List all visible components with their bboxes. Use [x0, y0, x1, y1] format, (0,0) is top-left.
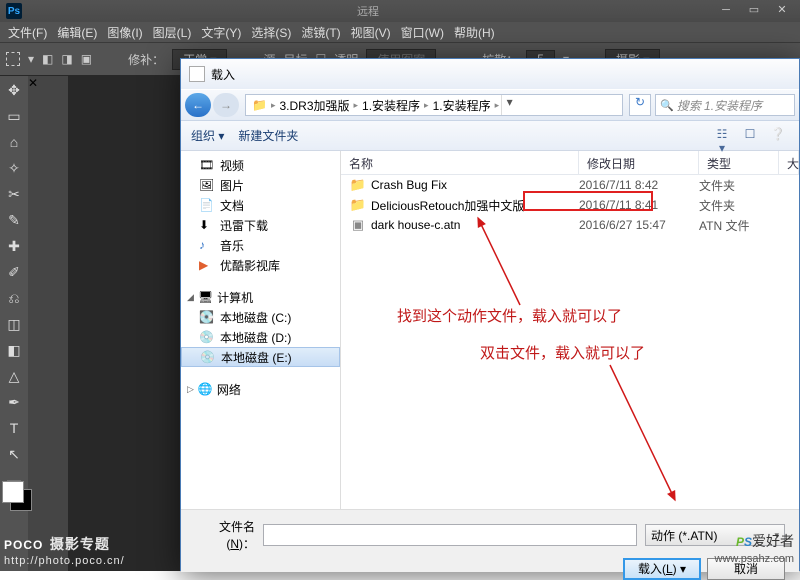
annotation-highlight — [523, 191, 653, 211]
move-tool[interactable]: ✥ — [4, 80, 24, 100]
close-button[interactable]: ✕ — [770, 4, 794, 18]
nav-forward-button[interactable]: → — [213, 93, 239, 117]
menu-help[interactable]: 帮助(H) — [454, 24, 495, 41]
dialog-titlebar[interactable]: 载入 — [181, 59, 799, 89]
eyedropper-tool[interactable]: ✎ — [4, 210, 24, 230]
watermark-psahz: PS爱好者 www.psahz.com — [715, 525, 794, 565]
search-input[interactable]: 🔍搜索 1.安装程序 — [655, 94, 795, 116]
patch-selection-sub-icon[interactable]: ◨ — [61, 52, 72, 66]
sidebar-item-pictures[interactable]: 🖼图片 — [181, 175, 340, 195]
folder-icon: 📁 — [349, 177, 367, 193]
filename-label: 文件名(N)： — [195, 518, 255, 552]
preview-icon[interactable]: ☐ — [739, 126, 761, 146]
patch-selection-int-icon[interactable]: ▣ — [81, 52, 92, 66]
menu-image[interactable]: 图像(I) — [107, 24, 142, 41]
nav-back-button[interactable]: ← — [185, 93, 211, 117]
toolbar-organize[interactable]: 组织 ▾ — [191, 127, 224, 144]
folder-icon: 📁 — [250, 98, 269, 112]
atn-file-icon: ▣ — [349, 217, 367, 233]
tool-preview-icon[interactable] — [6, 52, 20, 66]
sidebar-disk-e[interactable]: 💿本地磁盘 (E:) — [181, 347, 340, 367]
refresh-button[interactable]: ↻ — [629, 94, 651, 116]
pen-tool[interactable]: ✒ — [4, 392, 24, 412]
panel-dock-icon[interactable]: ✕ — [28, 76, 68, 90]
annotation-text: 双击文件，载入就可以了 — [480, 342, 645, 363]
toolbar-newfolder[interactable]: 新建文件夹 — [238, 127, 298, 144]
dialog-icon — [189, 66, 205, 82]
menu-type[interactable]: 文字(Y) — [201, 24, 241, 41]
heal-tool[interactable]: ✚ — [4, 236, 24, 256]
remote-label: 远程 — [357, 3, 379, 19]
marquee-tool[interactable]: ▭ — [4, 106, 24, 126]
col-date[interactable]: 修改日期 — [579, 151, 699, 174]
menu-file[interactable]: 文件(F) — [8, 24, 47, 41]
dialog-title: 载入 — [211, 66, 235, 83]
ps-menubar: 文件(F) 编辑(E) 图像(I) 图层(L) 文字(Y) 选择(S) 滤镜(T… — [0, 22, 800, 42]
col-type[interactable]: 类型 — [699, 151, 779, 174]
breadcrumb[interactable]: 📁 ▸ 3.DR3加强版▸ 1.安装程序▸ 1.安装程序▸ ▾ — [245, 94, 623, 116]
maximize-button[interactable]: ▭ — [742, 4, 766, 18]
filename-input[interactable] — [263, 524, 637, 546]
opt-repair-label: 修补： — [128, 51, 164, 68]
path-tool[interactable]: ↖ — [4, 444, 24, 464]
stamp-tool[interactable]: ⎌ — [4, 288, 24, 308]
sidebar-item-xunlei[interactable]: ⬇迅雷下载 — [181, 215, 340, 235]
sidebar-item-music[interactable]: ♪音乐 — [181, 235, 340, 255]
load-button[interactable]: 载入(L) ▾ — [623, 558, 701, 580]
gradient-tool[interactable]: ◧ — [4, 340, 24, 360]
blur-tool[interactable]: △ — [4, 366, 24, 386]
type-tool[interactable]: T — [4, 418, 24, 438]
wand-tool[interactable]: ✧ — [4, 158, 24, 178]
menu-select[interactable]: 选择(S) — [251, 24, 291, 41]
watermark-poco: POCO 摄影专题 http://photo.poco.cn/ — [4, 532, 125, 567]
search-icon: 🔍 — [660, 99, 674, 112]
brush-tool[interactable]: ✐ — [4, 262, 24, 282]
col-name[interactable]: 名称 — [341, 151, 579, 174]
sidebar-disk-c[interactable]: 💽本地磁盘 (C:) — [181, 307, 340, 327]
col-size[interactable]: 大 — [779, 151, 799, 174]
menu-window[interactable]: 窗口(W) — [401, 24, 444, 41]
menu-edit[interactable]: 编辑(E) — [57, 24, 97, 41]
sidebar-computer[interactable]: ◢🖥计算机 — [181, 287, 340, 307]
sidebar: 🎞视频 🖼图片 📄文档 ⬇迅雷下载 ♪音乐 ▶优酷影视库 ◢🖥计算机 💽本地磁盘… — [181, 151, 341, 509]
lasso-tool[interactable]: ⌂ — [4, 132, 24, 152]
menu-layer[interactable]: 图层(L) — [153, 24, 192, 41]
ps-logo-icon: Ps — [6, 3, 22, 19]
minimize-button[interactable]: ─ — [714, 4, 738, 18]
sidebar-item-video[interactable]: 🎞视频 — [181, 155, 340, 175]
sidebar-item-documents[interactable]: 📄文档 — [181, 195, 340, 215]
folder-icon: 📁 — [349, 197, 367, 213]
menu-filter[interactable]: 滤镜(T) — [301, 24, 340, 41]
menu-view[interactable]: 视图(V) — [351, 24, 391, 41]
sidebar-network[interactable]: ▷🌐网络 — [181, 379, 340, 399]
crop-tool[interactable]: ✂ — [4, 184, 24, 204]
ps-titlebar: Ps 远程 ─ ▭ ✕ — [0, 0, 800, 22]
view-mode-icon[interactable]: ☷ ▾ — [711, 126, 733, 146]
sidebar-disk-d[interactable]: 💿本地磁盘 (D:) — [181, 327, 340, 347]
sidebar-item-youku[interactable]: ▶优酷影视库 — [181, 255, 340, 275]
eraser-tool[interactable]: ◫ — [4, 314, 24, 334]
file-row[interactable]: ▣ dark house-c.atn 2016/6/27 15:47 ATN 文… — [341, 215, 799, 235]
breadcrumb-dropdown[interactable]: ▾ — [501, 95, 517, 115]
patch-selection-add-icon[interactable]: ◧ — [42, 52, 53, 66]
help-icon[interactable]: ❔ — [767, 126, 789, 146]
annotation-text: 找到这个动作文件，载入就可以了 — [397, 305, 622, 326]
